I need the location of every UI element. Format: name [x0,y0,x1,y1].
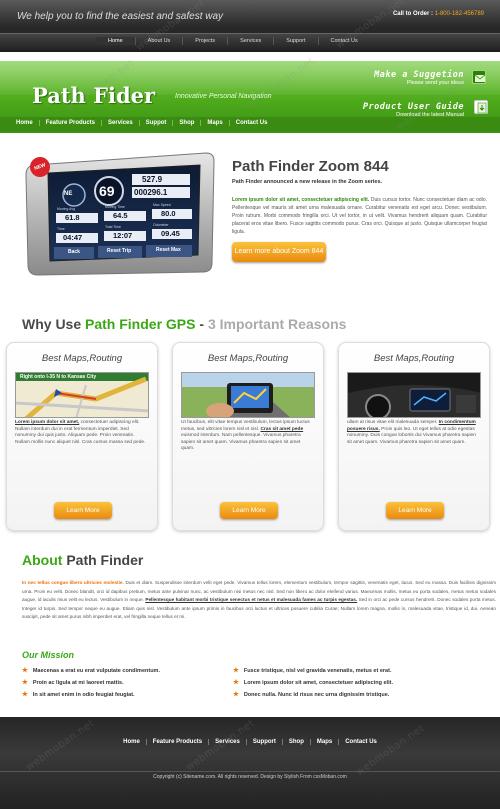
card-title: Best Maps,Routing [207,353,289,364]
call-to-order: Call to Order : 1-800-182-456789 [392,11,484,17]
topnav-projects[interactable]: Projects [182,37,227,45]
envelope-icon[interactable] [472,70,486,84]
reason-card-1: Best Maps,Routing Right onto I-35 N to K… [6,342,158,531]
footer-services[interactable]: Services [208,739,246,745]
max-speed-value: 80.0 [161,209,176,218]
reason-card-3: Best Maps,Routing ullam at risus vitae e… [338,342,490,531]
manual-download-icon[interactable] [474,100,488,114]
card-description: Lorem ipsum dolor sit amet, consectetuer… [15,420,146,445]
slogan: Innovative Personal Navigation [175,93,272,100]
top-bar: We help you to find the easiest and safe… [0,0,500,52]
learn-more-button-1[interactable]: Learn More [54,502,112,519]
mission-heading: Our Mission [22,650,75,660]
why-use-heading: Why Use Path Finder GPS - 3 Important Re… [22,316,347,332]
card-link[interactable]: Lorem ipsum dolor sit amet, [15,420,79,425]
top-navigation: Home About Us Projects Services Support … [0,33,500,50]
list-item: Fusce tristique, nisl vel gravida venena… [233,665,393,677]
hero-subtitle: Path Finder announced a new release in t… [232,179,383,185]
footer-home[interactable]: Home [117,739,146,745]
moving-time-value: 64.5 [113,211,128,220]
list-item: Proin ac ligula at mi laoreet mattis. [22,677,160,689]
time-value: 04:47 [63,233,83,242]
compass-heading: NE [64,191,73,197]
user-guide-link[interactable]: Product User Guide Download the latest M… [363,102,464,118]
main-navigation: Home Feature Products Services Suppot Sh… [0,117,500,131]
mainnav-feature-products[interactable]: Feature Products [38,120,101,126]
reason-card-2: Best Maps,Routing Ut faucibus, elit vita… [172,342,324,531]
moving-avg-value: 61.8 [65,213,80,222]
learn-more-zoom-button[interactable]: Learn more about Zoom 844 [232,242,326,262]
topnav-support[interactable]: Support [273,37,317,45]
footer-contact[interactable]: Contact Us [338,739,383,745]
card-description: ullam at risus vitae elit malesuada semp… [347,420,476,445]
list-item: Lorem ipsum dolor sit amet, consectetuer… [233,677,393,689]
list-item: Donec nulla. Nunc id risus nec urna dign… [233,689,393,701]
footer-navigation: Home Feature Products Services Support S… [0,739,500,745]
tagline: We help you to find the easiest and safe… [17,11,224,22]
learn-more-button-2[interactable]: Learn More [220,502,278,519]
mainnav-maps[interactable]: Maps [200,120,228,126]
topnav-contact[interactable]: Contact Us [317,37,370,45]
card-description: Ut faucibus, elit vitae tempus vestibulu… [181,420,310,452]
list-item: In sit amet enim in odio feugiat feugiat… [22,689,160,701]
list-item: Maecenas a erat eu erat vulputate condim… [22,665,160,677]
copyright: Copyright (c) Sitename.com. All rights r… [153,774,347,780]
odometer-value: 09.45 [161,229,180,238]
mission-list-right: Fusce tristique, nisl vel gravida venena… [233,665,393,701]
mission-list-left: Maecenas a erat eu erat vulputate condim… [22,665,160,701]
hero-title: Path Finder Zoom 844 [232,158,389,175]
topnav-services[interactable]: Services [227,37,273,45]
gps-device-image: NEW NE 69 527.9 000296.1 Moving Avg 61.8… [20,151,217,277]
footer-support[interactable]: Support [245,739,282,745]
learn-more-button-3[interactable]: Learn More [386,502,444,519]
card-title: Best Maps,Routing [373,353,455,364]
trip-odometer: 527.9 [142,175,163,184]
phone-number: 1-800-182-456789 [434,11,484,17]
hero-description: Lorem ipsum dolor sit amet, consectetuer… [232,197,487,235]
topnav-about[interactable]: About Us [134,37,183,45]
card-title: Best Maps,Routing [41,353,123,364]
about-link[interactable]: Pellentesque habitant morbi tristique se… [145,597,357,602]
speedometer-value: 69 [99,183,115,199]
road-sign-text: Right onto I-35 N to Kansas City [20,374,97,380]
hero-section: NEW NE 69 527.9 000296.1 Moving Avg 61.8… [0,140,500,290]
make-suggestion-link[interactable]: Make a Suggetion Please send your ideas [374,70,464,86]
mainnav-shop[interactable]: Shop [172,120,200,126]
topnav-home[interactable]: Home [96,37,135,45]
mainnav-contact[interactable]: Contact Us [228,120,274,126]
footer-shop[interactable]: Shop [281,739,310,745]
handheld-gps-photo [181,372,315,418]
site-logo[interactable]: Path Fider [32,83,155,108]
card-link[interactable]: Cras sit amet pede [260,427,303,432]
green-banner: Path Fider Innovative Personal Navigatio… [0,61,500,133]
mainnav-support[interactable]: Suppot [138,120,173,126]
about-heading: About Path Finder [22,552,144,568]
map-routing-image: Right onto I-35 N to Kansas City [15,372,149,418]
footer-feature-products[interactable]: Feature Products [145,739,208,745]
total-time-value: 12:07 [113,231,133,240]
footer: Home Feature Products Services Support S… [0,717,500,809]
total-odometer: 000296.1 [134,188,168,197]
about-text: In nec tellus congue libero ultricies mo… [22,580,496,620]
mainnav-services[interactable]: Services [101,120,139,126]
footer-maps[interactable]: Maps [309,739,338,745]
car-dashboard-photo [347,372,481,418]
mainnav-home[interactable]: Home [10,120,39,126]
